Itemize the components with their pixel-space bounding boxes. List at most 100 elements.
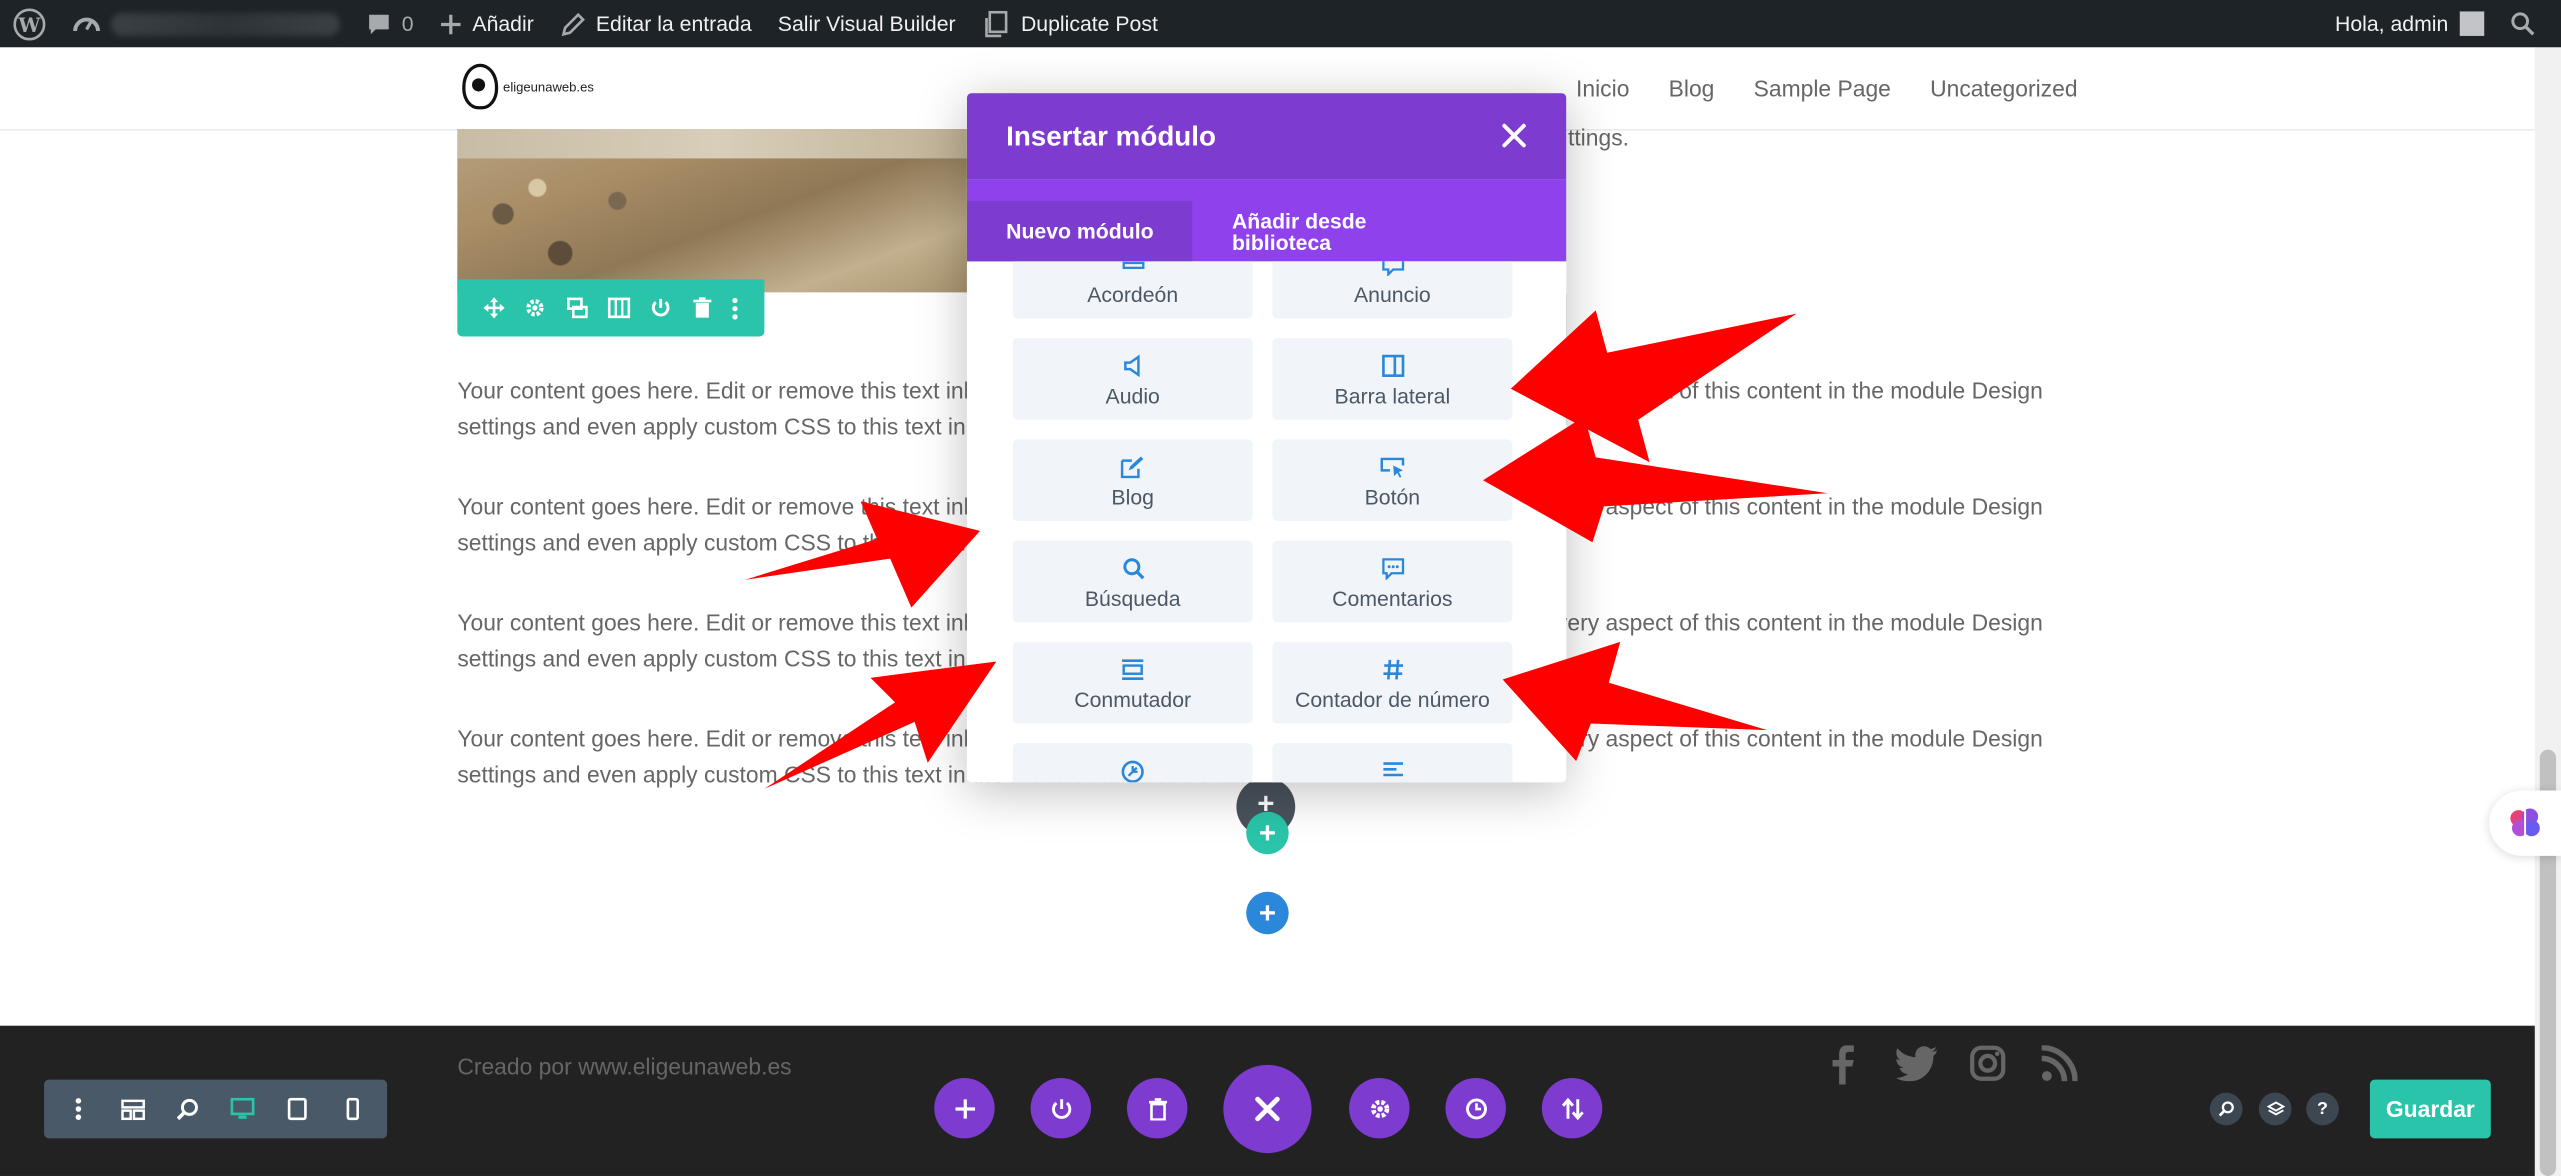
power-icon[interactable]: [650, 297, 671, 318]
site-logo[interactable]: eligeunaweb.es: [462, 63, 594, 110]
question-icon: ?: [2317, 1099, 2329, 1119]
edit-post-label: Editar la entrada: [595, 11, 752, 36]
gear-icon[interactable]: [525, 297, 546, 318]
nav-item-blog[interactable]: Blog: [1669, 75, 1715, 101]
close-icon[interactable]: [1498, 119, 1531, 152]
exit-visual-builder-label: Salir Visual Builder: [777, 11, 956, 36]
module-number-counter[interactable]: Contador de número: [1272, 641, 1513, 724]
tab-new-module[interactable]: Nuevo módulo: [966, 200, 1193, 262]
module-announcement[interactable]: Anuncio: [1272, 261, 1513, 319]
avatar: [2459, 11, 2485, 36]
clear-layout-button[interactable]: [1126, 1077, 1188, 1139]
hero-image[interactable]: [457, 129, 980, 293]
page-settings-menu-button[interactable]: [57, 1088, 99, 1130]
module-label: Barra lateral: [1334, 383, 1451, 409]
help-button[interactable]: ?: [2306, 1092, 2339, 1126]
facebook-icon[interactable]: [1829, 1045, 1858, 1085]
zoom-icon: [176, 1098, 199, 1121]
plus-icon: [441, 13, 461, 34]
logo-text: eligeunaweb.es: [503, 79, 594, 94]
module-text[interactable]: [1272, 743, 1513, 783]
find-replace-button[interactable]: [2209, 1092, 2243, 1126]
module-comments[interactable]: Comentarios: [1272, 540, 1513, 623]
nav-item-inicio[interactable]: Inicio: [1576, 75, 1629, 101]
module-label: Contador de número: [1295, 687, 1490, 713]
exit-visual-builder-link[interactable]: Salir Visual Builder: [765, 0, 969, 47]
comments-link[interactable]: 0: [353, 0, 427, 47]
edit-post-link[interactable]: Editar la entrada: [547, 0, 765, 47]
module-label: Comentarios: [1332, 586, 1453, 611]
zoom-view-button[interactable]: [167, 1088, 209, 1130]
module-blog[interactable]: Blog: [1012, 439, 1253, 522]
builder-view-toolbar: [44, 1079, 388, 1139]
nav-item-uncategorized[interactable]: Uncategorized: [1930, 75, 2077, 101]
module-label: Audio: [1105, 383, 1160, 409]
module-toggle[interactable]: Conmutador: [1012, 641, 1253, 724]
history-button[interactable]: [1445, 1077, 1506, 1139]
module-grid: Acordeón Anuncio Audio Barra lateral Blo…: [967, 261, 1566, 783]
search-icon: [1122, 558, 1144, 580]
svg-text:W: W: [17, 13, 41, 36]
comments-count: 0: [401, 11, 414, 36]
dashboard-icon[interactable]: [59, 0, 353, 47]
close-settings-bar-button[interactable]: [1223, 1064, 1312, 1154]
main-nav: Inicio Blog Sample Page Uncategorized: [1576, 47, 2078, 129]
insert-module-modal: Insertar módulo Nuevo módulo Añadir desd…: [966, 93, 1567, 783]
accordion-icon: [1121, 261, 1144, 270]
toggle-icon: [1122, 659, 1144, 680]
duplicate-post-link[interactable]: Duplicate Post: [969, 0, 1171, 47]
columns-icon[interactable]: [607, 297, 631, 319]
portability-button[interactable]: [1541, 1077, 1603, 1139]
page-scrollbar[interactable]: [2534, 47, 2561, 1176]
pencil-icon: [561, 12, 585, 36]
vertical-dots-icon: [75, 1098, 81, 1120]
tablet-view-button[interactable]: [277, 1088, 319, 1130]
save-button[interactable]: Guardar: [2369, 1079, 2491, 1139]
wireframe-icon: [121, 1098, 145, 1120]
rss-icon[interactable]: [2041, 1045, 2078, 1082]
duplicate-icon: [985, 10, 1008, 37]
my-account-menu[interactable]: Hola, admin: [2322, 0, 2497, 47]
phone-icon: [346, 1097, 360, 1121]
power-icon: [1051, 1098, 1071, 1118]
duplicate-row-icon[interactable]: [566, 297, 588, 319]
text-icon: [1382, 762, 1403, 777]
add-section-button[interactable]: +: [1246, 891, 1289, 935]
module-sidebar[interactable]: Barra lateral: [1272, 338, 1513, 420]
module-label: Acordeón: [1087, 282, 1179, 308]
layers-button[interactable]: [2258, 1092, 2292, 1126]
gear-icon: [1370, 1099, 1389, 1118]
wireframe-view-button[interactable]: [112, 1088, 154, 1130]
add-module-bottom-button[interactable]: [934, 1077, 995, 1139]
nav-item-sample-page[interactable]: Sample Page: [1754, 75, 1891, 101]
announcement-icon: [1381, 261, 1404, 277]
phone-view-button[interactable]: [332, 1088, 374, 1130]
tab-add-from-library[interactable]: Añadir desde biblioteca: [1193, 201, 1471, 261]
page-settings-button[interactable]: [1349, 1077, 1410, 1139]
module-accordion[interactable]: Acordeón: [1012, 261, 1253, 319]
admin-search-button[interactable]: [2497, 0, 2561, 47]
trash-icon: [1148, 1097, 1167, 1120]
trash-icon[interactable]: [692, 297, 712, 318]
instagram-icon[interactable]: [1970, 1045, 2006, 1081]
move-icon[interactable]: [483, 297, 505, 319]
add-new-menu[interactable]: Añadir: [427, 0, 547, 47]
module-button[interactable]: Botón: [1272, 439, 1513, 522]
module-search[interactable]: Búsqueda: [1012, 540, 1253, 623]
add-new-label: Añadir: [472, 11, 534, 36]
module-countdown-timer[interactable]: [1012, 743, 1253, 783]
sidebar-icon: [1381, 354, 1404, 377]
desktop-view-button[interactable]: [222, 1088, 264, 1130]
hash-icon: [1382, 659, 1403, 680]
modal-tabs: Nuevo módulo Añadir desde biblioteca: [966, 179, 1567, 262]
more-options-icon[interactable]: [731, 296, 738, 319]
assistant-brain-icon[interactable]: [2489, 790, 2561, 856]
wordpress-logo-icon[interactable]: W: [0, 0, 59, 47]
site-name-blurred[interactable]: [111, 12, 340, 36]
duplicate-post-label: Duplicate Post: [1020, 11, 1158, 36]
disable-button[interactable]: [1030, 1077, 1092, 1139]
module-audio[interactable]: Audio: [1012, 338, 1253, 420]
button-icon: [1380, 457, 1405, 478]
add-row-button[interactable]: +: [1246, 811, 1289, 855]
twitter-icon[interactable]: [1896, 1045, 1938, 1082]
